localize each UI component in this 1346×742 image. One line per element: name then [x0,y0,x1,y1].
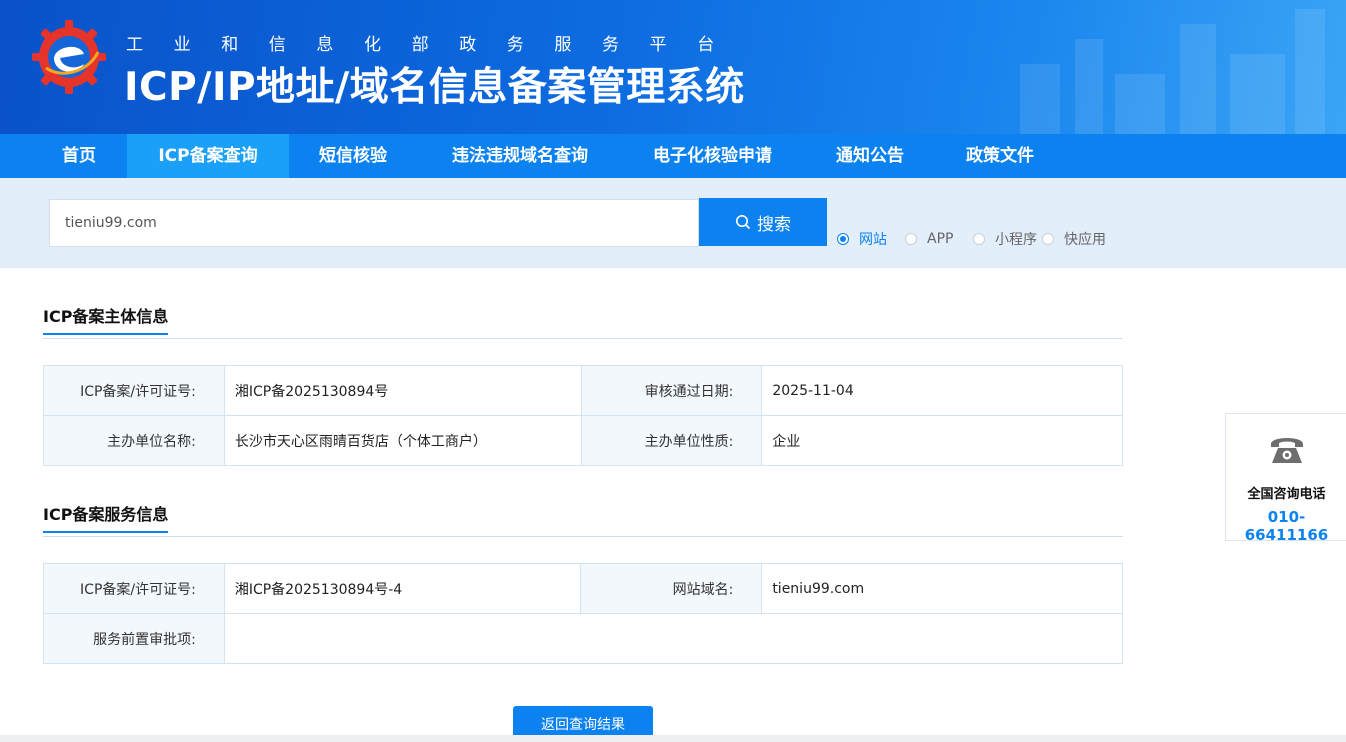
section-divider [43,536,1123,537]
table-row: ICP备案/许可证号: 湘ICP备2025130894号 审核通过日期: 202… [43,365,1123,416]
page-bottom-strip [0,735,1346,742]
radio-app[interactable]: APP [905,230,953,248]
radio-label: APP [927,231,954,247]
pre-approval-value [223,613,1124,664]
radio-label: 网站 [859,232,887,248]
radio-website[interactable]: 网站 [837,230,887,248]
radio-dot[interactable] [1042,233,1054,245]
organizer-type-label: 主办单位性质: [580,415,763,466]
organizer-type-value: 企业 [761,415,1123,466]
service-license-value: 湘ICP备2025130894号-4 [223,563,582,614]
contact-label: 全国咨询电话 [1247,487,1326,502]
table-row: 服务前置审批项: [43,613,1124,664]
organizer-name-value: 长沙市天心区雨晴百货店（个体工商户） [223,415,582,466]
radio-dot[interactable] [905,233,917,245]
header-subtitle: 工业和信息化部政务服务平台 [126,35,745,55]
nav-item-home[interactable]: 首页 [40,134,118,178]
header-title: ICP/IP地址/域名信息备案管理系统 [124,65,745,110]
nav-item-illegal-domain-query[interactable]: 违法违规域名查询 [432,134,608,178]
subject-info-title: ICP备案主体信息 [43,303,169,335]
site-header: 工业和信息化部政务服务平台 ICP/IP地址/域名信息备案管理系统 [0,0,1346,134]
main-nav: 首页 ICP备案查询 短信核验 违法违规域名查询 电子化核验申请 通知公告 政策… [0,134,1346,178]
radio-mini-program[interactable]: 小程序 [973,230,1037,248]
search-icon [736,215,751,230]
nav-item-e-verification[interactable]: 电子化核验申请 [635,134,790,178]
search-input[interactable] [49,199,699,247]
nav-item-policies[interactable]: 政策文件 [945,134,1055,178]
approval-date-label: 审核通过日期: [580,365,763,416]
phone-icon [1271,438,1303,463]
license-value: 湘ICP备2025130894号 [223,365,582,416]
service-info-table: ICP备案/许可证号: 湘ICP备2025130894号-4 网站域名: tie… [43,563,1124,664]
radio-label: 小程序 [995,232,1037,248]
approval-date-value: 2025-11-04 [761,365,1123,416]
search-band: 搜索 网站 APP 小程序 快应用 [0,178,1346,268]
nav-item-icp-query[interactable]: ICP备案查询 [127,134,289,178]
table-row: 主办单位名称: 长沙市天心区雨晴百货店（个体工商户） 主办单位性质: 企业 [43,415,1123,466]
contact-phone: 010-66411166 [1244,508,1329,544]
subject-info-table: ICP备案/许可证号: 湘ICP备2025130894号 审核通过日期: 202… [43,365,1123,466]
miit-logo-icon [32,20,106,94]
nav-item-sms-verify[interactable]: 短信核验 [300,134,406,178]
section-divider [43,338,1123,339]
contact-widget[interactable]: 全国咨询电话 010-66411166 [1225,413,1346,544]
license-label: ICP备案/许可证号: [43,365,225,416]
nav-item-notices[interactable]: 通知公告 [815,134,925,178]
domain-value: tieniu99.com [761,563,1123,614]
radio-quick-app[interactable]: 快应用 [1042,230,1106,248]
service-license-label: ICP备案/许可证号: [43,563,225,614]
radio-dot[interactable] [973,233,985,245]
pre-approval-label: 服务前置审批项: [43,613,225,664]
domain-label: 网站域名: [580,563,763,614]
search-button-label: 搜索 [757,214,791,234]
radio-label: 快应用 [1064,232,1106,248]
search-button[interactable]: 搜索 [699,198,827,246]
radio-dot[interactable] [837,233,849,245]
table-row: ICP备案/许可证号: 湘ICP备2025130894号-4 网站域名: tie… [43,563,1123,614]
service-info-title: ICP备案服务信息 [43,501,169,533]
organizer-name-label: 主办单位名称: [43,415,225,466]
